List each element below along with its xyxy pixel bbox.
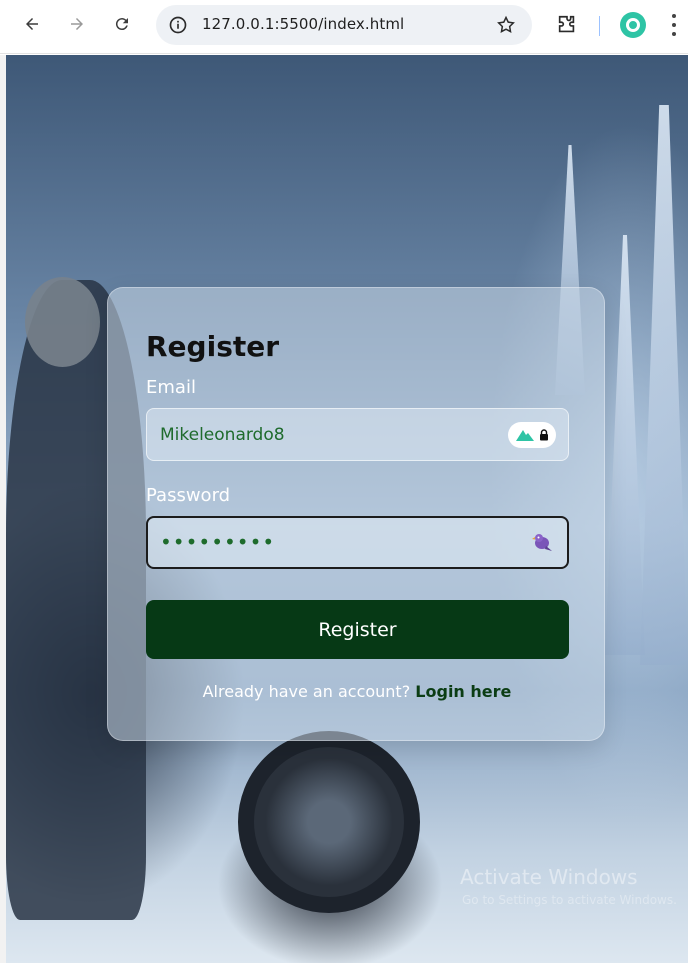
- forward-button[interactable]: [63, 10, 91, 38]
- menu-dot: [672, 14, 676, 18]
- email-value[interactable]: Mikeleonardo8: [160, 425, 285, 445]
- activate-windows-subtext: Go to Settings to activate Windows.: [462, 893, 677, 907]
- motorcycle-wheel: [238, 731, 420, 913]
- url-text[interactable]: 127.0.0.1:5500/index.html: [202, 15, 404, 33]
- reload-button[interactable]: [108, 10, 136, 38]
- browser-toolbar: 127.0.0.1:5500/index.html: [0, 0, 688, 54]
- password-label: Password: [146, 485, 231, 506]
- page-left-edge: [0, 55, 6, 963]
- back-arrow-icon: [26, 18, 38, 30]
- login-link[interactable]: Login here: [415, 682, 511, 701]
- site-info-icon[interactable]: [168, 15, 188, 35]
- toolbar-divider: [599, 16, 600, 36]
- rider-head: [25, 277, 100, 367]
- menu-dot: [672, 32, 676, 36]
- login-prompt: Already have an account? Login here: [108, 682, 606, 701]
- login-prompt-text: Already have an account?: [202, 682, 411, 701]
- address-bar[interactable]: 127.0.0.1:5500/index.html: [156, 5, 532, 45]
- bookmark-star-icon[interactable]: [496, 15, 516, 35]
- back-button[interactable]: [18, 10, 46, 38]
- browser-menu-button[interactable]: [668, 14, 680, 36]
- register-button[interactable]: Register: [146, 600, 569, 659]
- password-manager-badge[interactable]: [508, 422, 556, 448]
- bird-extension-icon[interactable]: [531, 530, 553, 554]
- activate-windows-watermark: Activate Windows: [460, 865, 638, 889]
- mountain-logo-icon: [516, 430, 534, 441]
- city-tower: [605, 235, 645, 655]
- password-field[interactable]: •••••••••: [146, 516, 569, 569]
- password-masked-value[interactable]: •••••••••: [160, 530, 275, 554]
- reload-icon: [115, 18, 128, 31]
- profile-avatar[interactable]: [620, 12, 646, 38]
- register-title: Register: [146, 330, 280, 363]
- extensions-puzzle-icon[interactable]: [556, 14, 578, 36]
- profile-icon: [626, 18, 640, 32]
- email-field[interactable]: Mikeleonardo8: [146, 408, 569, 461]
- menu-dot: [672, 23, 676, 27]
- city-tower: [640, 105, 688, 665]
- forward-arrow-icon: [71, 18, 83, 30]
- register-card: Register Email Mikeleonardo8 Password ••…: [107, 287, 605, 741]
- email-label: Email: [146, 377, 196, 398]
- lock-icon: [540, 429, 548, 441]
